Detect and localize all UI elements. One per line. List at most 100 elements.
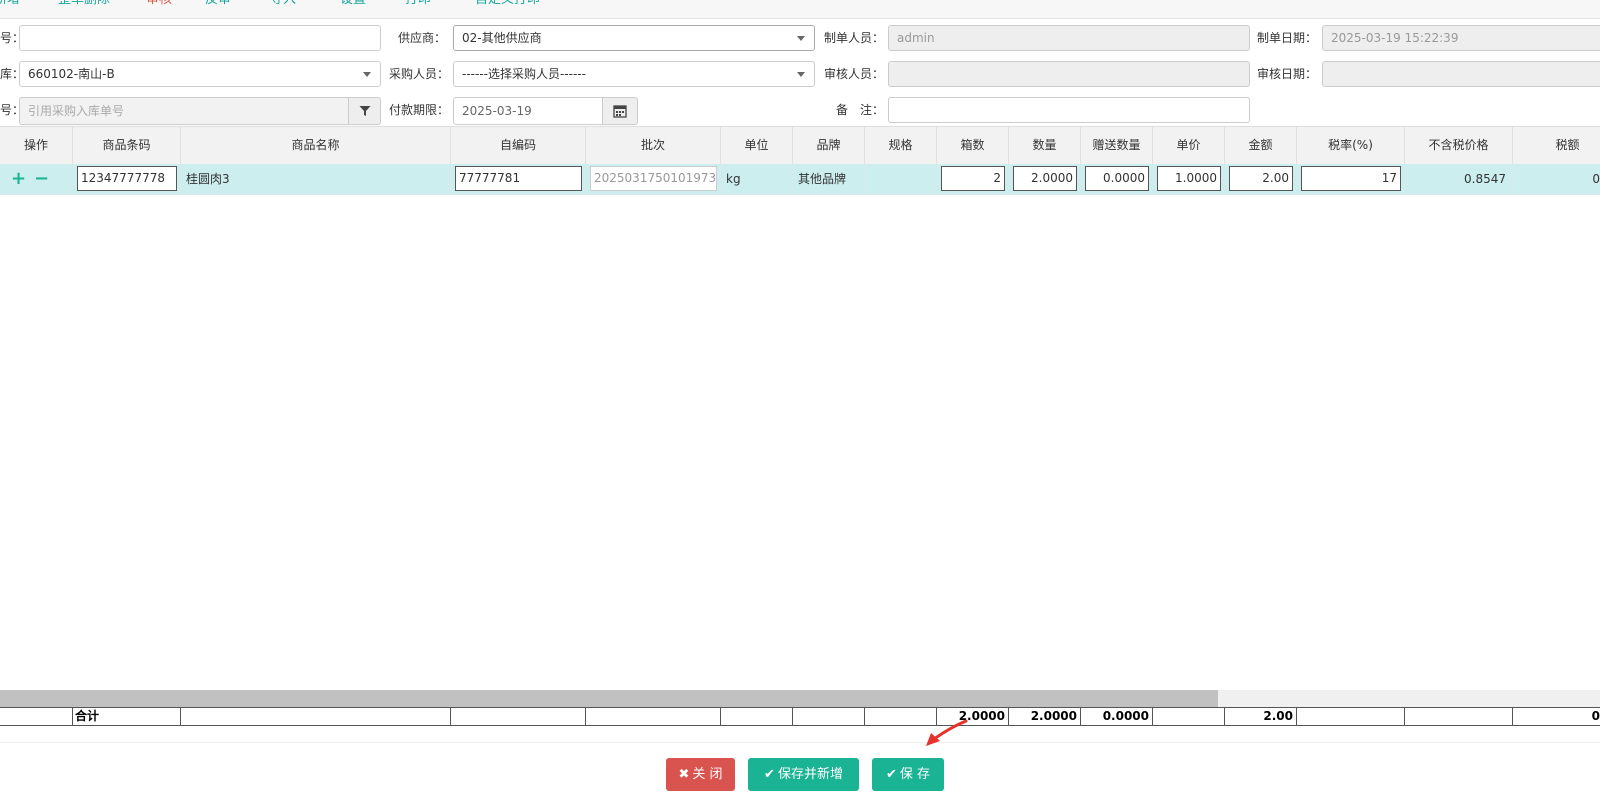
- scrollbar-thumb[interactable]: [0, 690, 1218, 707]
- col-header-brand: 品牌: [793, 127, 865, 164]
- col-header-gift-qty: 赠送数量: [1081, 127, 1153, 164]
- summary-cell-empty: [721, 708, 793, 725]
- batch-cell: 20250317501019737907: [586, 164, 721, 194]
- supplier-select[interactable]: 02-其他供应商: [453, 25, 815, 51]
- toolbar-add-button[interactable]: 新增: [0, 0, 20, 9]
- qty-input[interactable]: 2.0000: [1013, 166, 1077, 191]
- chevron-down-icon: [797, 36, 805, 41]
- calendar-button[interactable]: [602, 97, 638, 125]
- save-button-label: 保 存: [899, 767, 931, 782]
- summary-cell-empty: [1405, 708, 1513, 725]
- horizontal-scrollbar[interactable]: [0, 690, 1600, 707]
- toolbar-unapprove-button[interactable]: 反审: [205, 0, 231, 9]
- col-header-boxes: 箱数: [937, 127, 1009, 164]
- col-header-price-ex-tax: 不含税价格: [1405, 127, 1513, 164]
- summary-label: 合计: [73, 708, 181, 725]
- save-and-new-button-label: 保存并新增: [777, 767, 843, 782]
- close-button-label: 关 闭: [692, 767, 723, 782]
- footer-divider: [0, 742, 1600, 743]
- chevron-down-icon: [363, 72, 371, 77]
- close-icon: ✖: [678, 767, 690, 782]
- tax-cell: 0: [1513, 164, 1600, 194]
- self-code-input[interactable]: 77777781: [455, 166, 582, 191]
- filter-icon: [359, 106, 370, 116]
- toolbar: 新增 整单删除 审核 反审 导入 设置 打印 自定义打印: [0, 0, 1600, 19]
- creator-field: admin: [888, 25, 1250, 51]
- amount-cell: 2.00: [1225, 164, 1297, 194]
- col-header-amount: 金额: [1225, 127, 1297, 164]
- payment-due-label: 付款期限：: [388, 103, 449, 117]
- summary-cell-empty: [181, 708, 451, 725]
- brand-cell: 其他品牌: [793, 164, 865, 194]
- review-date-label: 审核日期：: [1256, 67, 1317, 81]
- annotation-arrow-icon: [926, 719, 968, 746]
- warehouse-select[interactable]: 660102-南山-B: [19, 61, 381, 87]
- tax-rate-cell: 17: [1297, 164, 1405, 194]
- summary-cell-empty: [586, 708, 721, 725]
- toolbar-settings-button[interactable]: 设置: [340, 0, 366, 9]
- remark-label: 备 注：: [835, 103, 884, 117]
- toolbar-import-button[interactable]: 导入: [270, 0, 296, 9]
- col-header-spec: 规格: [865, 127, 937, 164]
- save-button[interactable]: ✔ 保 存: [872, 758, 944, 791]
- unit-cell: kg: [721, 164, 793, 194]
- summary-qty: 2.0000: [1009, 708, 1081, 725]
- spec-cell: [865, 164, 937, 194]
- minus-icon[interactable]: −: [34, 164, 49, 194]
- self-code-cell: 77777781: [451, 164, 586, 194]
- table-row: + − 12347777778 桂圆肉3 77777781 2025031750…: [0, 164, 1600, 195]
- unit-price-cell: 1.0000: [1153, 164, 1225, 194]
- unit-price-input[interactable]: 1.0000: [1157, 166, 1221, 191]
- toolbar-print-button[interactable]: 打印: [405, 0, 431, 9]
- payment-due-input[interactable]: 2025-03-19: [453, 97, 603, 125]
- batch-input[interactable]: 20250317501019737907: [590, 166, 717, 191]
- amount-input[interactable]: 2.00: [1229, 166, 1293, 191]
- save-and-new-button[interactable]: ✔ 保存并新增: [748, 758, 859, 791]
- remark-input[interactable]: [888, 97, 1250, 123]
- filter-button[interactable]: [348, 97, 381, 125]
- buyer-label: 采购人员：: [388, 67, 449, 81]
- reviewer-label: 审核人员：: [823, 67, 884, 81]
- col-header-self-code: 自编码: [451, 127, 586, 164]
- toolbar-approve-button[interactable]: 审核: [146, 0, 172, 9]
- warehouse-select-value: 660102-南山-B: [28, 67, 115, 81]
- close-button[interactable]: ✖ 关 闭: [666, 758, 735, 791]
- barcode-input[interactable]: 12347777778: [77, 166, 177, 191]
- ref-no-input[interactable]: 引用采购入库单号: [19, 97, 349, 125]
- create-date-field: 2025-03-19 15:22:39: [1322, 25, 1600, 51]
- buyer-select-value: ------选择采购人员------: [462, 67, 586, 81]
- order-no-field[interactable]: [19, 25, 381, 51]
- tax-rate-input[interactable]: 17: [1301, 166, 1401, 191]
- gift-qty-input[interactable]: 0.0000: [1085, 166, 1149, 191]
- summary-cell-empty: [451, 708, 586, 725]
- supplier-label: 供应商：: [397, 31, 446, 45]
- qty-cell: 2.0000: [1009, 164, 1081, 194]
- row-action-cell: + −: [0, 164, 73, 194]
- gift-qty-cell: 0.0000: [1081, 164, 1153, 194]
- summary-cell-empty: [793, 708, 865, 725]
- col-header-batch: 批次: [586, 127, 721, 164]
- calendar-icon: [613, 105, 627, 118]
- col-header-action: 操作: [0, 127, 73, 164]
- summary-amount: 2.00: [1225, 708, 1297, 725]
- col-header-unit-price: 单价: [1153, 127, 1225, 164]
- col-header-tax: 税额: [1513, 127, 1600, 164]
- col-header-barcode: 商品条码: [73, 127, 181, 164]
- summary-cell-empty: [1153, 708, 1225, 725]
- summary-cell-empty: [0, 708, 73, 725]
- boxes-input[interactable]: 2: [941, 166, 1005, 191]
- toolbar-delete-button[interactable]: 整单删除: [58, 0, 110, 9]
- summary-tax: 0: [1591, 709, 1600, 723]
- check-icon: ✔: [764, 767, 775, 782]
- barcode-cell: 12347777778: [73, 164, 181, 194]
- plus-icon[interactable]: +: [11, 164, 26, 194]
- review-date-field: [1322, 61, 1600, 87]
- boxes-cell: 2: [937, 164, 1009, 194]
- chevron-down-icon: [797, 72, 805, 77]
- summary-row: 合计 2.0000 2.0000 0.0000 2.00 0: [0, 707, 1600, 726]
- create-date-label: 制单日期：: [1256, 31, 1317, 45]
- grid-header: 操作 商品条码 商品名称 自编码 批次 单位 品牌 规格 箱数 数量 赠送数量 …: [0, 126, 1600, 165]
- buyer-select[interactable]: ------选择采购人员------: [453, 61, 815, 87]
- summary-gift-qty: 0.0000: [1081, 708, 1153, 725]
- toolbar-custom-print-button[interactable]: 自定义打印: [475, 0, 540, 9]
